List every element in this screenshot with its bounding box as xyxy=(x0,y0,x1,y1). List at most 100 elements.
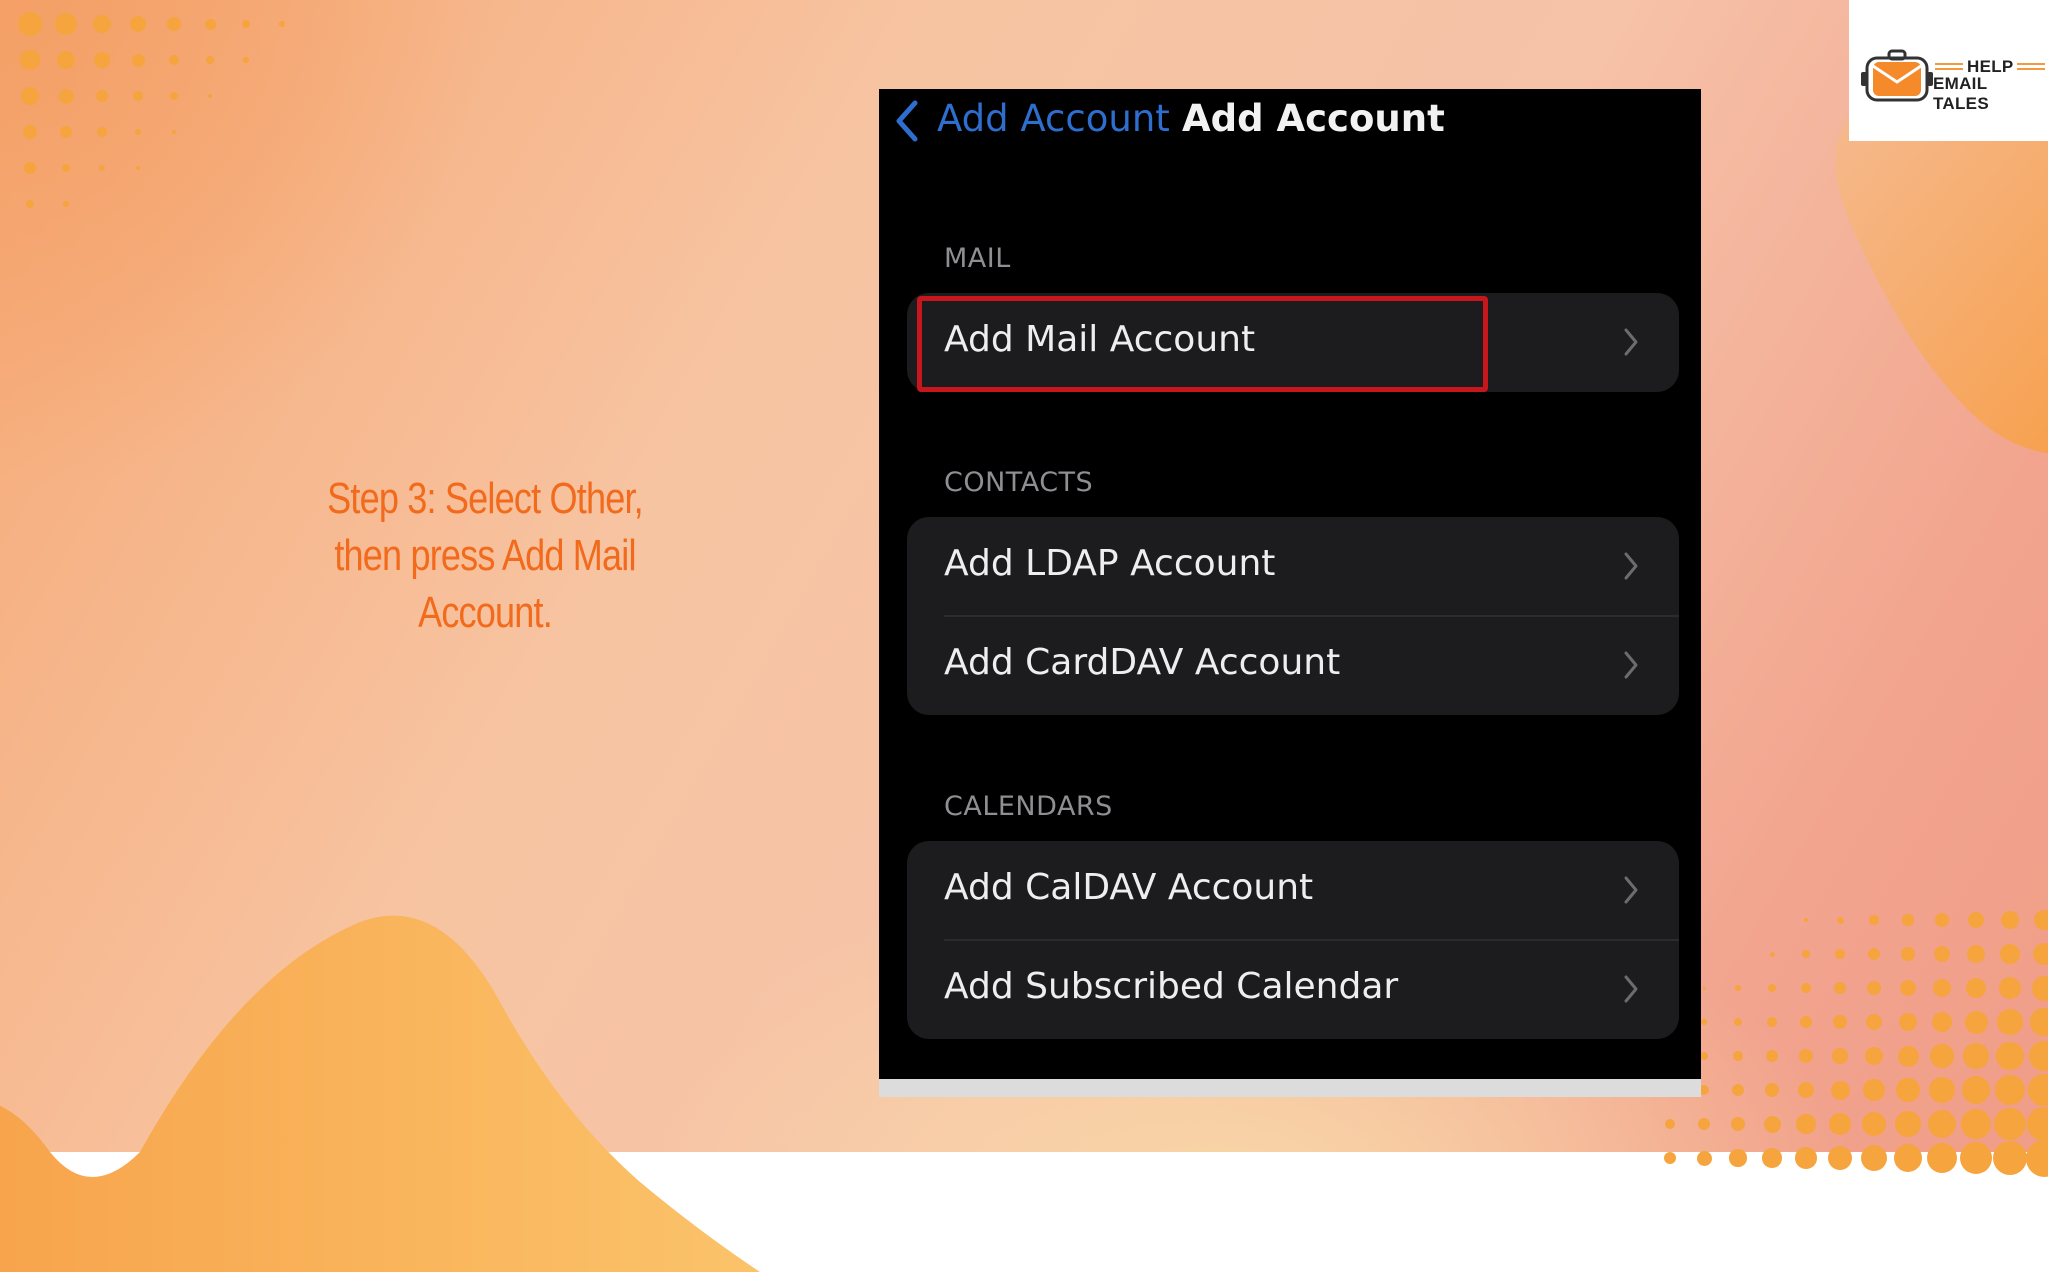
decorative-dot xyxy=(1801,983,1811,993)
back-chevron-icon[interactable] xyxy=(893,99,919,143)
row-label: Add CardDAV Account xyxy=(944,642,1340,683)
decorative-dot xyxy=(97,127,106,136)
decorative-dot xyxy=(94,52,110,68)
decorative-dot xyxy=(1731,1117,1746,1132)
decorative-dot xyxy=(1833,1015,1847,1029)
logo-dash-left xyxy=(1935,63,1963,65)
decorative-dot xyxy=(1700,1052,1708,1060)
decorative-dot xyxy=(1997,1009,2022,1034)
decorative-dot xyxy=(1934,946,1950,962)
row-label: Add Subscribed Calendar xyxy=(944,966,1398,1007)
decorative-dot xyxy=(1735,985,1740,990)
decorative-dot xyxy=(2030,1008,2048,1035)
logo-dash-right-2 xyxy=(2017,68,2045,70)
decorative-dot xyxy=(1829,1113,1850,1134)
decorative-dot xyxy=(1894,1144,1922,1172)
decorative-dots-top-left xyxy=(0,0,300,200)
decorative-dot xyxy=(63,201,68,206)
decorative-dot xyxy=(132,54,145,67)
decorative-dot xyxy=(169,55,179,65)
decorative-dot xyxy=(1995,1075,2025,1105)
ios-add-account-screenshot: Add Account Add Account MAIL Add Mail Ac… xyxy=(879,89,1701,1097)
back-button[interactable]: Add Account xyxy=(937,97,1170,140)
decorative-dot xyxy=(1664,1152,1677,1165)
decorative-dot xyxy=(1996,1042,2024,1070)
decorative-dot xyxy=(1999,977,2022,1000)
decorative-dot xyxy=(1966,978,1987,999)
decorative-dot xyxy=(1994,1108,2026,1140)
logo-dash-right xyxy=(2017,63,2045,65)
decorative-dot xyxy=(1968,912,1984,928)
decorative-dot xyxy=(172,130,176,134)
decorative-dot xyxy=(1767,1017,1777,1027)
decorative-dot xyxy=(55,13,76,34)
decorative-dot xyxy=(205,19,216,30)
decorative-dot xyxy=(1770,952,1775,957)
decorative-blob-top-right xyxy=(1708,120,2048,480)
decorative-dot xyxy=(62,164,71,173)
decorative-dot xyxy=(2026,1140,2048,1177)
decorative-dot xyxy=(1665,1119,1675,1129)
decorative-dot xyxy=(2034,910,2048,930)
decorative-dot xyxy=(1804,918,1809,923)
row-add-caldav-account[interactable]: Add CalDAV Account xyxy=(907,841,1679,940)
section-header-contacts: CONTACTS xyxy=(944,467,1093,498)
step-instruction-text: Step 3: Select Other,then press Add Mail… xyxy=(301,470,670,641)
chevron-right-icon xyxy=(1623,551,1639,581)
chevron-right-icon xyxy=(1623,327,1639,357)
envelope-briefcase-icon xyxy=(1861,48,1933,104)
decorative-dot xyxy=(1766,1050,1778,1062)
decorative-dot xyxy=(2033,943,2048,966)
decorative-dot xyxy=(1928,1110,1956,1138)
decorative-dot xyxy=(1798,1082,1815,1099)
decorative-wave-bottom-left xyxy=(0,852,760,1272)
decorative-dot xyxy=(1768,984,1775,991)
decorative-dot xyxy=(2000,944,2020,964)
row-add-carddav-account[interactable]: Add CardDAV Account xyxy=(907,616,1679,715)
decorative-dot xyxy=(133,91,143,101)
decorative-dot xyxy=(1799,1049,1813,1063)
decorative-dot xyxy=(1834,982,1846,994)
decorative-dot xyxy=(1960,1142,1993,1175)
decorative-dot xyxy=(243,57,248,62)
decorative-dot xyxy=(26,200,34,208)
decorative-dot xyxy=(1795,1147,1817,1169)
decorative-dot xyxy=(206,56,214,64)
decorative-dot xyxy=(1762,1148,1781,1167)
decorative-dot xyxy=(2032,976,2048,1001)
decorative-dot xyxy=(1703,987,1706,990)
row-label: Add LDAP Account xyxy=(944,543,1275,584)
decorative-dot xyxy=(1963,1043,1988,1068)
decorative-dot xyxy=(93,15,112,34)
decorative-dot xyxy=(1900,980,1916,996)
decorative-dot xyxy=(1828,1146,1852,1170)
decorative-dot xyxy=(1933,979,1951,997)
decorative-dot xyxy=(1902,914,1913,925)
nav-title: Add Account xyxy=(1182,97,1445,140)
chevron-right-icon xyxy=(1623,650,1639,680)
decorative-dot xyxy=(1732,1084,1744,1096)
decorative-dot xyxy=(1802,950,1809,957)
decorative-dot xyxy=(1895,1111,1921,1137)
decorative-dot xyxy=(23,125,37,139)
decorative-dot xyxy=(1831,1081,1850,1100)
row-add-subscribed-calendar[interactable]: Add Subscribed Calendar xyxy=(907,940,1679,1039)
decorative-dot xyxy=(170,92,177,99)
decorative-dot xyxy=(1961,1109,1991,1139)
decorative-dot xyxy=(2001,911,2019,929)
decorative-dot xyxy=(1862,1112,1886,1136)
decorative-dot xyxy=(24,162,35,173)
decorative-dot xyxy=(18,12,42,36)
brand-logo: HELP EMAIL TALES xyxy=(1849,0,2048,141)
navigation-bar: Add Account Add Account xyxy=(879,89,1701,149)
decorative-dot xyxy=(1796,1114,1815,1133)
decorative-dot xyxy=(135,129,142,136)
decorative-dot xyxy=(1863,1079,1884,1100)
decorative-dot xyxy=(1965,1011,1988,1034)
decorative-dot xyxy=(1899,1013,1918,1032)
decorative-dot xyxy=(279,21,285,27)
decorative-dot xyxy=(1868,948,1880,960)
calendars-group: Add CalDAV Account Add Subscribed Calend… xyxy=(907,841,1679,1039)
decorative-dot xyxy=(2027,1107,2048,1142)
row-add-ldap-account[interactable]: Add LDAP Account xyxy=(907,517,1679,616)
